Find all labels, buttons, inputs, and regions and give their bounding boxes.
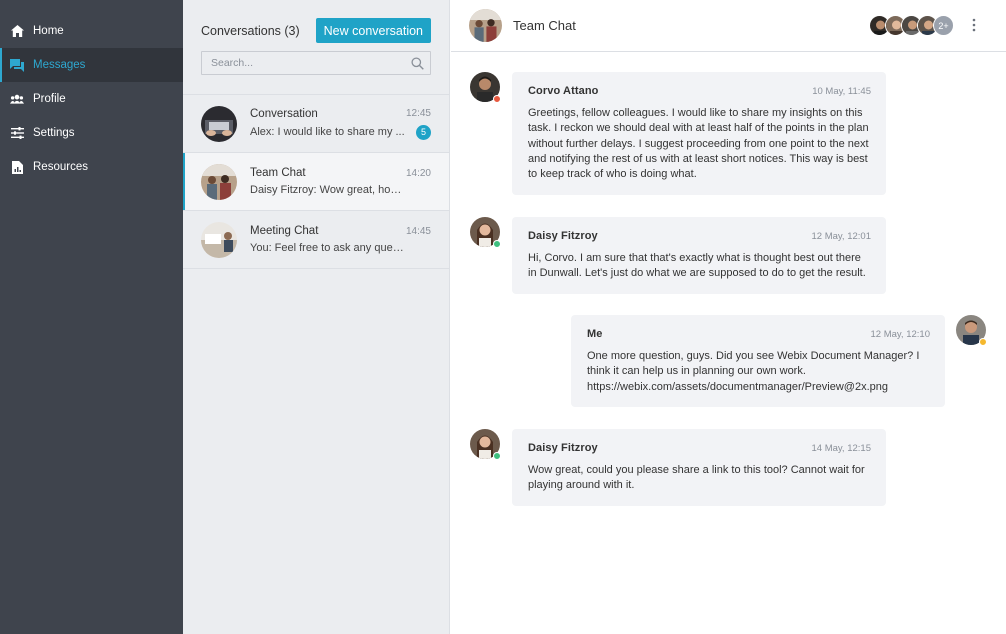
message-author: Corvo Attano: [528, 85, 599, 97]
sidebar-item-resources[interactable]: Resources: [0, 150, 183, 184]
sidebar-item-home[interactable]: Home: [0, 14, 183, 48]
more-options-icon[interactable]: [970, 18, 978, 32]
search-box: [201, 51, 431, 75]
sidebar-item-settings[interactable]: Settings: [0, 116, 183, 150]
home-icon: [10, 24, 24, 38]
more-members-badge[interactable]: 2+: [933, 15, 954, 36]
conversation-time: 14:20: [405, 167, 431, 179]
message-bubble: Me 12 May, 12:10 One more question, guys…: [571, 315, 945, 407]
chat-title: Team Chat: [513, 18, 576, 33]
message-avatar: [956, 315, 987, 346]
new-conversation-button[interactable]: New conversation: [315, 18, 431, 43]
conversation-name: Meeting Chat: [250, 225, 319, 237]
sidebar-item-label: Settings: [33, 127, 75, 139]
conversation-list-panel: Conversations (3) New conversation Conve…: [183, 0, 450, 634]
chat-avatar: [469, 9, 502, 42]
sidebar-item-profile[interactable]: Profile: [0, 82, 183, 116]
conversation-preview: Alex: I would like to share my ...: [250, 126, 405, 138]
conversation-preview: Daisy Fitzroy: Wow great, how...: [250, 184, 405, 196]
settings-icon: [10, 126, 24, 140]
conversations-title: Conversations (3): [201, 23, 300, 38]
conversation-avatar: [201, 105, 237, 142]
conversation-preview: You: Feel free to ask any ques...: [250, 242, 405, 254]
status-indicator: [493, 452, 501, 460]
message-bubble: Daisy Fitzroy 14 May, 12:15 Wow great, c…: [512, 429, 886, 506]
chat-panel: Team Chat 2+ Corvo Attano 10 May, 11:45 …: [451, 0, 1006, 634]
chat-members[interactable]: 2+: [869, 15, 954, 36]
sidebar: Home Messages Profile Settings Resources: [0, 0, 183, 634]
conversation-item[interactable]: Conversation 12:45 Alex: I would like to…: [183, 95, 449, 153]
unread-badge: 5: [416, 124, 431, 140]
message-date: 14 May, 12:15: [811, 442, 871, 454]
status-indicator: [493, 240, 501, 248]
message-text: Greetings, fellow colleagues. I would li…: [528, 107, 869, 181]
conversation-item[interactable]: Team Chat 14:20 Daisy Fitzroy: Wow great…: [183, 153, 449, 211]
search-icon[interactable]: [411, 57, 424, 70]
conversation-avatar: [201, 221, 237, 258]
search-input[interactable]: [202, 52, 430, 74]
conversation-avatar: [201, 163, 237, 200]
message-avatar: [470, 429, 501, 460]
message-author: Me: [587, 328, 603, 340]
message-author: Daisy Fitzroy: [528, 230, 598, 242]
message-author: Daisy Fitzroy: [528, 442, 598, 454]
conversation-name: Conversation: [250, 107, 318, 120]
message-date: 12 May, 12:01: [811, 230, 871, 242]
message-text: Hi, Corvo. I am sure that that's exactly…: [528, 252, 866, 280]
message-date: 10 May, 11:45: [812, 85, 871, 97]
message-text: Wow great, could you please share a link…: [528, 464, 865, 492]
messages-icon: [10, 58, 24, 72]
conversation-time: 12:45: [405, 108, 431, 119]
sidebar-item-label: Profile: [33, 93, 66, 105]
profile-icon: [10, 92, 24, 106]
conversation-item[interactable]: Meeting Chat 14:45 You: Feel free to ask…: [183, 211, 449, 269]
status-indicator: [979, 338, 987, 346]
status-indicator: [493, 95, 501, 103]
sidebar-item-label: Resources: [33, 161, 88, 173]
sidebar-item-label: Home: [33, 25, 64, 37]
conversation-name: Team Chat: [250, 167, 306, 179]
message-bubble: Corvo Attano 10 May, 11:45 Greetings, fe…: [512, 72, 886, 195]
conversation-time: 14:45: [405, 225, 431, 237]
message-avatar: [470, 217, 501, 248]
conversation-list-header: Conversations (3) New conversation: [183, 0, 449, 95]
message-bubble: Daisy Fitzroy 12 May, 12:01 Hi, Corvo. I…: [512, 217, 886, 294]
sidebar-item-label: Messages: [33, 59, 86, 71]
sidebar-item-messages[interactable]: Messages: [0, 48, 183, 82]
resources-icon: [10, 160, 24, 174]
message-date: 12 May, 12:10: [870, 328, 930, 340]
chat-header: Team Chat 2+: [451, 0, 1006, 52]
message-text: One more question, guys. Did you see Web…: [587, 350, 920, 393]
message-avatar: [470, 72, 501, 103]
